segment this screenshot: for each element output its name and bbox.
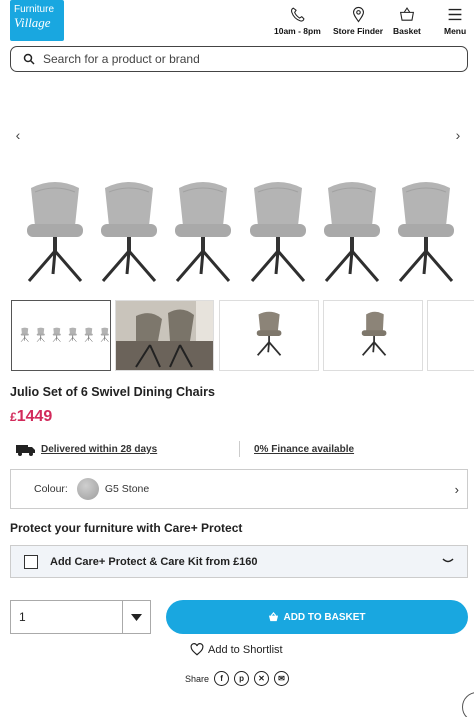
search-placeholder: Search for a product or brand: [43, 52, 200, 66]
thumbnail-4[interactable]: [323, 300, 423, 371]
store-finder-link[interactable]: Store Finder: [333, 6, 383, 36]
product-price: £1449: [10, 408, 52, 426]
logo-line1: Furniture: [14, 4, 55, 15]
quantity-value: 1: [19, 610, 26, 624]
chair-3: [171, 178, 235, 284]
product-main-image: [0, 80, 474, 290]
chair-5: [320, 178, 384, 284]
colour-selector[interactable]: Colour: G5 Stone ›: [10, 469, 468, 509]
price-amount: 1449: [16, 408, 53, 425]
add-to-basket-button[interactable]: ADD TO BASKET: [166, 600, 468, 634]
gallery-next-button[interactable]: ›: [446, 123, 470, 147]
menu-label: Menu: [444, 26, 467, 36]
x-icon[interactable]: ✕: [254, 671, 270, 686]
add-to-shortlist-button[interactable]: Add to Shortlist: [190, 643, 283, 656]
menu-icon: [446, 6, 464, 23]
basket-link[interactable]: Basket: [393, 6, 421, 36]
care-protect-label: Add Care+ Protect & Care Kit from £160: [50, 555, 258, 568]
pinterest-icon[interactable]: p: [234, 671, 250, 686]
chevron-right-icon: ›: [454, 481, 459, 497]
chevron-down-icon[interactable]: [442, 557, 454, 565]
share-bar: Share f p ✕ ✉: [185, 671, 290, 686]
brand-logo[interactable]: Furniture Village: [10, 0, 64, 41]
opening-hours-link[interactable]: 10am - 8pm: [274, 6, 321, 36]
delivery-info-link[interactable]: Delivered within 28 days: [41, 444, 157, 455]
care-protect-checkbox[interactable]: [24, 554, 38, 569]
basket-label: Basket: [393, 26, 421, 36]
gallery-prev-button[interactable]: ‹: [6, 123, 30, 147]
thumbnail-2[interactable]: [115, 300, 214, 371]
colour-swatch: [76, 478, 99, 500]
thumbnail-5[interactable]: [427, 300, 474, 371]
store-finder-label: Store Finder: [333, 26, 384, 36]
chair-2: [97, 178, 161, 284]
add-to-basket-label: ADD TO BASKET: [283, 611, 366, 623]
product-title: Julio Set of 6 Swivel Dining Chairs: [10, 385, 215, 399]
chair-6: [394, 178, 458, 284]
thumbnail-1[interactable]: [11, 300, 111, 371]
thumbnail-3[interactable]: [219, 300, 319, 371]
shortlist-label: Add to Shortlist: [208, 643, 283, 656]
facebook-icon[interactable]: f: [214, 671, 230, 686]
phone-icon: [289, 6, 306, 23]
chair-4: [246, 178, 310, 284]
email-icon[interactable]: ✉: [274, 671, 290, 686]
basket-icon: [268, 612, 279, 622]
heart-icon: [190, 643, 204, 656]
quantity-select[interactable]: 1: [10, 600, 151, 634]
price-currency: £: [10, 410, 17, 424]
hours-label: 10am - 8pm: [274, 26, 321, 36]
care-protect-option[interactable]: Add Care+ Protect & Care Kit from £160: [10, 545, 468, 578]
menu-button[interactable]: Menu: [444, 6, 466, 36]
location-pin-icon: [350, 6, 367, 23]
chevron-left-icon: ‹: [15, 127, 21, 143]
share-label: Share: [185, 673, 210, 684]
delivery-truck-icon: [16, 444, 36, 456]
chevron-down-icon: [122, 601, 150, 633]
logo-line2: Village: [14, 15, 51, 30]
finance-link[interactable]: 0% Finance available: [254, 444, 354, 455]
chat-widget-button[interactable]: [462, 692, 474, 717]
search-input[interactable]: Search for a product or brand: [10, 46, 468, 72]
colour-label: Colour:: [34, 483, 68, 495]
search-icon: [23, 53, 35, 65]
info-divider: [239, 441, 240, 457]
chair-1: [23, 178, 87, 284]
protect-heading: Protect your furniture with Care+ Protec…: [10, 521, 243, 535]
colour-value: G5 Stone: [104, 483, 150, 495]
basket-icon: [398, 6, 416, 23]
chevron-right-icon: ›: [455, 127, 461, 143]
